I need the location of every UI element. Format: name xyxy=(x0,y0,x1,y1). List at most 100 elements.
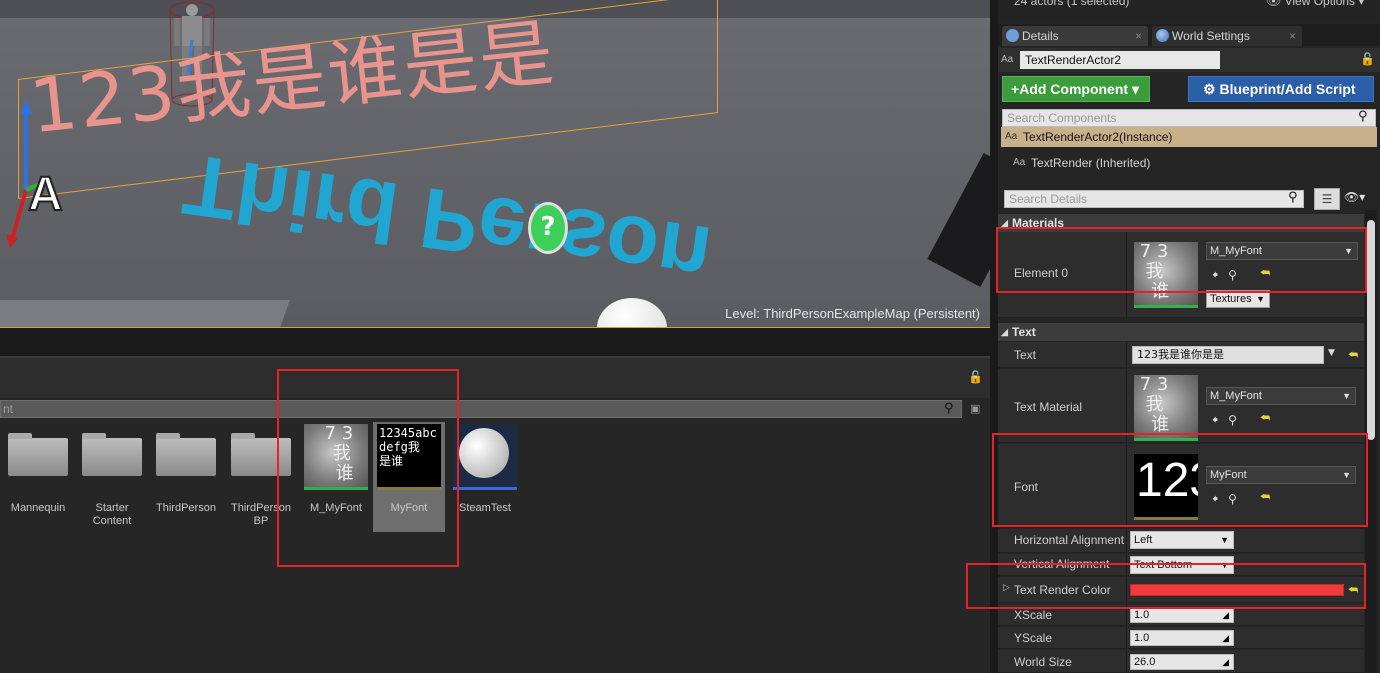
use-selected-icon[interactable]: 🠸 xyxy=(1212,492,1228,506)
text-section-header[interactable]: ◢ Text xyxy=(998,323,1364,341)
textures-dropdown[interactable]: Textures ▼ xyxy=(1206,290,1270,308)
text-value-field[interactable]: 123我是谁你是是 xyxy=(1132,346,1324,364)
use-selected-icon[interactable]: 🠸 xyxy=(1212,413,1228,427)
v-align-row: Vertical Alignment Text Bottom ▼ xyxy=(998,554,1364,576)
help-marker[interactable]: ? xyxy=(528,202,568,254)
chevron-down-icon: ▼ xyxy=(1220,560,1229,570)
asset-label: ThirdPerson BP xyxy=(231,502,291,527)
asset-folder-mannequin[interactable]: Mannequin xyxy=(2,422,74,532)
details-scrollbar[interactable] xyxy=(1365,210,1377,673)
close-icon[interactable]: × xyxy=(1135,26,1142,46)
tab-label: World Settings xyxy=(1172,29,1250,43)
outliner-footer: 24 actors (1 selected) 👁 View Options ▾ xyxy=(998,0,1380,22)
reset-icon[interactable]: ⮪ xyxy=(1348,348,1358,362)
component-instance-row[interactable]: Aa TextRenderActor2(Instance) xyxy=(1001,127,1377,147)
search-components-input[interactable]: Search Components xyxy=(1002,109,1376,127)
dropdown-value: Textures xyxy=(1210,293,1252,305)
asset-label: SteamTest xyxy=(459,502,511,514)
tab-details[interactable]: Details × xyxy=(1002,26,1148,46)
material-thumbnail[interactable]: 7 3 我 谁 xyxy=(1134,242,1200,308)
text-material-dropdown[interactable]: M_MyFont ▼ xyxy=(1206,387,1356,405)
transform-gizmo[interactable]: A xyxy=(4,100,84,250)
font-dropdown[interactable]: MyFont ▼ xyxy=(1206,466,1356,484)
component-inherited-row[interactable]: Aa TextRender (Inherited) xyxy=(1001,153,1377,173)
material-thumbnail[interactable]: 7 3 我 谁 xyxy=(1134,375,1200,441)
details-panel: 24 actors (1 selected) 👁 View Options ▾ … xyxy=(998,0,1380,673)
browse-icon[interactable]: ⚲ xyxy=(1228,492,1247,506)
reset-icon[interactable]: ⮪ xyxy=(1260,490,1270,504)
content-browser-toolbar xyxy=(0,358,990,398)
section-title: Materials xyxy=(1012,216,1065,230)
tab-bar: Details × World Settings × xyxy=(998,24,1380,46)
asset-material-m-myfont[interactable]: 7 3 我 谁 M_MyFont xyxy=(300,422,372,532)
text-render-icon: Aa xyxy=(1001,54,1014,65)
yscale-input[interactable]: 1.0 ◢ xyxy=(1130,630,1234,646)
world-size-input[interactable]: 26.0 ◢ xyxy=(1130,654,1234,670)
chevron-down-icon: ▼ xyxy=(1220,535,1229,545)
text-render-color-swatch[interactable] xyxy=(1130,584,1344,596)
spin-icon: ◢ xyxy=(1222,610,1229,620)
save-icon[interactable]: ▣ xyxy=(970,402,980,415)
close-icon[interactable]: × xyxy=(1289,26,1296,46)
lock-icon[interactable]: 🔓 xyxy=(968,370,983,384)
level-viewport[interactable]: 123我是谁是是 Third Person A ? Level: ThirdPe… xyxy=(0,0,990,328)
divider xyxy=(1126,369,1127,442)
asset-folder-thirdperson-bp[interactable]: ThirdPerson BP xyxy=(225,422,297,532)
reset-icon[interactable]: ⮪ xyxy=(1260,411,1270,425)
asset-folder-starter-content[interactable]: Starter Content xyxy=(76,422,148,532)
add-component-label: Add Component xyxy=(1019,81,1129,97)
reset-icon[interactable]: ⮪ xyxy=(1348,583,1358,597)
asset-actions[interactable]: 🠸⚲ xyxy=(1212,266,1247,287)
asset-steamtest[interactable]: SteamTest xyxy=(449,422,521,532)
expand-arrow-icon[interactable]: ▷ xyxy=(1003,583,1010,593)
add-component-button[interactable]: +Add Component ▾ xyxy=(1002,76,1150,102)
property-matrix-icon[interactable]: ☰ xyxy=(1314,188,1340,210)
search-details-input[interactable]: Search Details xyxy=(1004,190,1304,208)
font-row: Font 123 MyFont ▼ 🠸⚲ ⮪ xyxy=(998,444,1364,528)
blueprint-add-script-button[interactable]: ⚙ Blueprint/Add Script xyxy=(1188,76,1374,102)
actor-name-field[interactable]: TextRenderActor2 xyxy=(1020,51,1220,69)
property-label: Text Material xyxy=(1014,400,1083,414)
search-icon[interactable]: ⚲ xyxy=(1288,190,1298,205)
chevron-down-icon[interactable]: ▼ xyxy=(1328,348,1335,358)
actor-count: 24 actors (1 selected) xyxy=(1014,0,1130,8)
search-icon[interactable]: ⚲ xyxy=(944,401,954,416)
xscale-row: XScale 1.0 ◢ xyxy=(998,604,1364,626)
search-icon[interactable]: ⚲ xyxy=(1358,109,1368,124)
browse-icon[interactable]: ⚲ xyxy=(1228,268,1247,282)
text-material-row: Text Material 7 3 我 谁 M_MyFont ▼ 🠸⚲ ⮪ xyxy=(998,369,1364,443)
use-selected-icon[interactable]: 🠸 xyxy=(1212,268,1228,282)
divider xyxy=(1126,627,1127,648)
sphere-thumbnail xyxy=(453,424,517,490)
asset-actions[interactable]: 🠸⚲ xyxy=(1212,490,1247,511)
asset-label: M_MyFont xyxy=(310,502,362,514)
lock-icon[interactable]: 🔓 xyxy=(1360,52,1375,66)
divider xyxy=(1126,444,1127,527)
asset-search-input[interactable]: nt xyxy=(0,400,962,418)
asset-actions[interactable]: 🠸⚲ xyxy=(1212,411,1247,432)
dropdown-value: M_MyFont xyxy=(1210,245,1262,257)
eye-icon[interactable]: 👁▾ xyxy=(1344,190,1365,204)
chevron-down-icon: ▼ xyxy=(1256,294,1265,304)
view-options-button[interactable]: 👁 View Options ▾ xyxy=(1266,0,1364,8)
asset-font-myfont[interactable]: 12345abc defg我 是谁 MyFont xyxy=(373,422,445,532)
tab-world-settings[interactable]: World Settings × xyxy=(1152,26,1302,46)
xscale-input[interactable]: 1.0 ◢ xyxy=(1130,607,1234,623)
tab-label: Details xyxy=(1022,29,1059,43)
dropdown-value: M_MyFont xyxy=(1210,390,1262,402)
collapse-arrow-icon: ◢ xyxy=(1001,327,1008,337)
asset-label: MyFont xyxy=(390,502,428,514)
asset-folder-thirdperson[interactable]: ThirdPerson xyxy=(150,422,222,532)
divider xyxy=(1126,342,1127,367)
vertical-alignment-dropdown[interactable]: Text Bottom ▼ xyxy=(1130,556,1234,574)
reset-icon[interactable]: ⮪ xyxy=(1260,266,1270,280)
browse-icon[interactable]: ⚲ xyxy=(1228,413,1247,427)
materials-section-header[interactable]: ◢ Materials xyxy=(998,214,1364,232)
folder-icon xyxy=(231,433,291,476)
horizontal-alignment-dropdown[interactable]: Left ▼ xyxy=(1130,531,1234,549)
property-label: Text Render Color xyxy=(1014,583,1111,597)
divider xyxy=(1126,650,1127,672)
element0-material-dropdown[interactable]: M_MyFont ▼ xyxy=(1206,242,1358,260)
scrollbar-thumb[interactable] xyxy=(1367,220,1375,440)
font-thumbnail[interactable]: 123 xyxy=(1134,454,1200,520)
